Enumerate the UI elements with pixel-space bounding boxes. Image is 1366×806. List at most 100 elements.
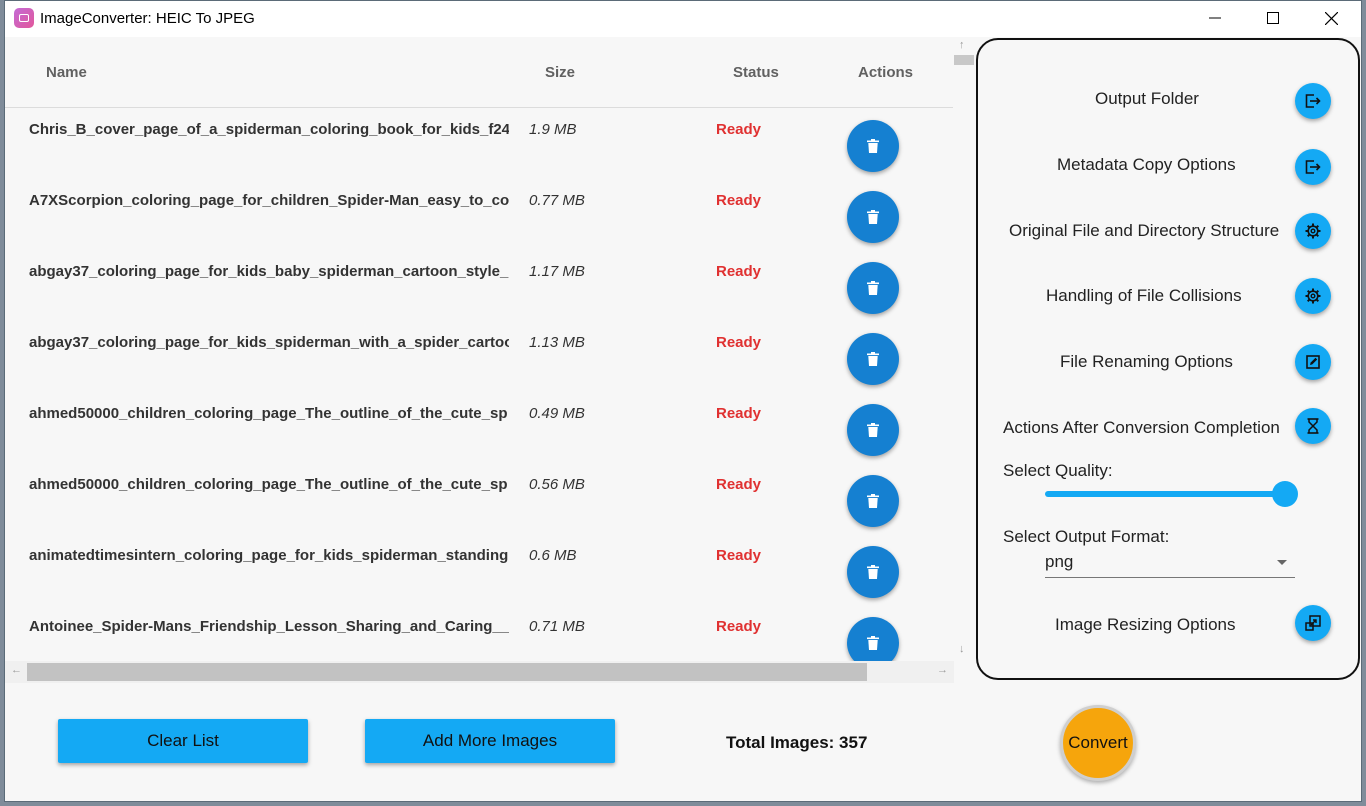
table-row[interactable]: animatedtimesintern_coloring_page_for_ki… (5, 534, 953, 606)
status-text: Ready (716, 405, 762, 422)
window-title: ImageConverter: HEIC To JPEG (40, 10, 255, 27)
file-name: A7XScorpion_coloring_page_for_children_S… (29, 192, 509, 209)
trash-icon (867, 210, 879, 224)
total-images-count: Total Images: 357 (726, 733, 868, 752)
table-row[interactable]: A7XScorpion_coloring_page_for_children_S… (5, 179, 953, 251)
hourglass-icon (1307, 418, 1319, 434)
image-resizing-button[interactable] (1295, 605, 1331, 641)
metadata-copy-label: Metadata Copy Options (1057, 155, 1236, 174)
scroll-left-icon[interactable]: ← (11, 664, 22, 676)
horizontal-scroll-thumb[interactable] (27, 663, 867, 681)
scroll-down-icon[interactable]: ↓ (959, 643, 965, 655)
minimize-icon (1209, 17, 1221, 19)
horizontal-scrollbar[interactable]: ← → (5, 661, 954, 683)
file-name: abgay37_coloring_page_for_kids_spiderman… (29, 334, 509, 351)
after-conversion-label: Actions After Conversion Completion (1003, 418, 1280, 437)
trash-icon (867, 352, 879, 366)
file-renaming-label: File Renaming Options (1060, 352, 1233, 371)
exit-arrow-icon (1305, 160, 1321, 174)
file-size: 1.17 MB (529, 263, 585, 280)
vertical-scrollbar[interactable]: ↑ ↓ (954, 37, 974, 661)
table-row[interactable]: abgay37_coloring_page_for_kids_spiderman… (5, 321, 953, 393)
scroll-up-icon[interactable]: ↑ (959, 39, 965, 51)
file-size: 0.49 MB (529, 405, 585, 422)
file-collisions-button[interactable] (1295, 278, 1331, 314)
output-folder-button[interactable] (1295, 83, 1331, 119)
file-size: 0.56 MB (529, 476, 585, 493)
quality-slider-thumb[interactable] (1272, 481, 1298, 507)
delete-button[interactable] (847, 262, 899, 314)
gear-icon (1305, 288, 1321, 304)
file-name: ahmed50000_children_coloring_page_The_ou… (29, 476, 508, 493)
original-structure-label: Original File and Directory Structure (1009, 221, 1280, 240)
file-name: animatedtimesintern_coloring_page_for_ki… (29, 547, 509, 564)
trash-icon (867, 494, 879, 508)
maximize-icon (1267, 12, 1279, 24)
chevron-down-icon (1277, 560, 1287, 565)
resize-icon (1305, 615, 1321, 631)
file-size: 0.77 MB (529, 192, 585, 209)
close-button[interactable] (1302, 1, 1360, 35)
app-icon (14, 8, 34, 28)
file-size: 1.9 MB (529, 121, 577, 138)
trash-icon (867, 565, 879, 579)
status-text: Ready (716, 476, 762, 493)
delete-button[interactable] (847, 546, 899, 598)
status-text: Ready (716, 121, 762, 138)
table-row[interactable]: abgay37_coloring_page_for_kids_baby_spid… (5, 250, 953, 322)
file-name: Chris_B_cover_page_of_a_spiderman_colori… (29, 121, 509, 138)
delete-button[interactable] (847, 333, 899, 385)
vertical-scroll-thumb[interactable] (954, 55, 974, 65)
trash-icon (867, 636, 879, 650)
close-icon (1324, 11, 1338, 25)
output-format-value: png (1045, 552, 1074, 571)
status-text: Ready (716, 334, 762, 351)
add-more-images-button[interactable]: Add More Images (365, 719, 615, 763)
options-panel: Output Folder Metadata Copy Options Orig… (976, 38, 1360, 680)
delete-button[interactable] (847, 617, 899, 662)
exit-arrow-icon (1305, 94, 1321, 108)
file-renaming-button[interactable] (1295, 344, 1331, 380)
trash-icon (867, 139, 879, 153)
file-name: ahmed50000_children_coloring_page_The_ou… (29, 405, 508, 422)
maximize-button[interactable] (1244, 1, 1302, 35)
select-quality-label: Select Quality: (1003, 461, 1113, 480)
file-name: Antoinee_Spider-Mans_Friendship_Lesson_S… (29, 618, 509, 635)
delete-button[interactable] (847, 191, 899, 243)
table-row[interactable]: Antoinee_Spider-Mans_Friendship_Lesson_S… (5, 605, 953, 662)
delete-button[interactable] (847, 120, 899, 172)
scroll-right-icon[interactable]: → (937, 664, 948, 676)
table-row[interactable]: ahmed50000_children_coloring_page_The_ou… (5, 392, 953, 464)
status-text: Ready (716, 618, 762, 635)
delete-button[interactable] (847, 404, 899, 456)
trash-icon (867, 281, 879, 295)
file-size: 0.71 MB (529, 618, 585, 635)
clear-list-button[interactable]: Clear List (58, 719, 308, 763)
file-collisions-label: Handling of File Collisions (1046, 286, 1242, 305)
header-size[interactable]: Size (545, 64, 575, 81)
after-conversion-button[interactable] (1295, 408, 1331, 444)
table-header: Name Size Status Actions (5, 37, 953, 108)
header-name[interactable]: Name (46, 64, 87, 81)
status-text: Ready (716, 263, 762, 280)
header-status[interactable]: Status (733, 64, 779, 81)
original-structure-button[interactable] (1295, 213, 1331, 249)
image-resizing-label: Image Resizing Options (1055, 615, 1236, 634)
table-row[interactable]: Chris_B_cover_page_of_a_spiderman_colori… (5, 108, 953, 180)
output-format-select[interactable]: png (1045, 550, 1295, 578)
file-name: abgay37_coloring_page_for_kids_baby_spid… (29, 263, 509, 280)
header-actions[interactable]: Actions (858, 64, 913, 81)
convert-button[interactable]: Convert (1060, 705, 1136, 781)
quality-slider-track[interactable] (1045, 491, 1285, 497)
output-folder-label: Output Folder (1095, 89, 1199, 108)
metadata-copy-button[interactable] (1295, 149, 1331, 185)
delete-button[interactable] (847, 475, 899, 527)
status-text: Ready (716, 192, 762, 209)
select-format-label: Select Output Format: (1003, 527, 1170, 546)
gear-icon (1305, 223, 1321, 239)
file-size: 1.13 MB (529, 334, 585, 351)
image-table: Name Size Status Actions Chris_B_cover_p… (5, 37, 955, 662)
minimize-button[interactable] (1186, 1, 1244, 35)
title-bar: ImageConverter: HEIC To JPEG (5, 1, 1361, 37)
table-row[interactable]: ahmed50000_children_coloring_page_The_ou… (5, 463, 953, 535)
